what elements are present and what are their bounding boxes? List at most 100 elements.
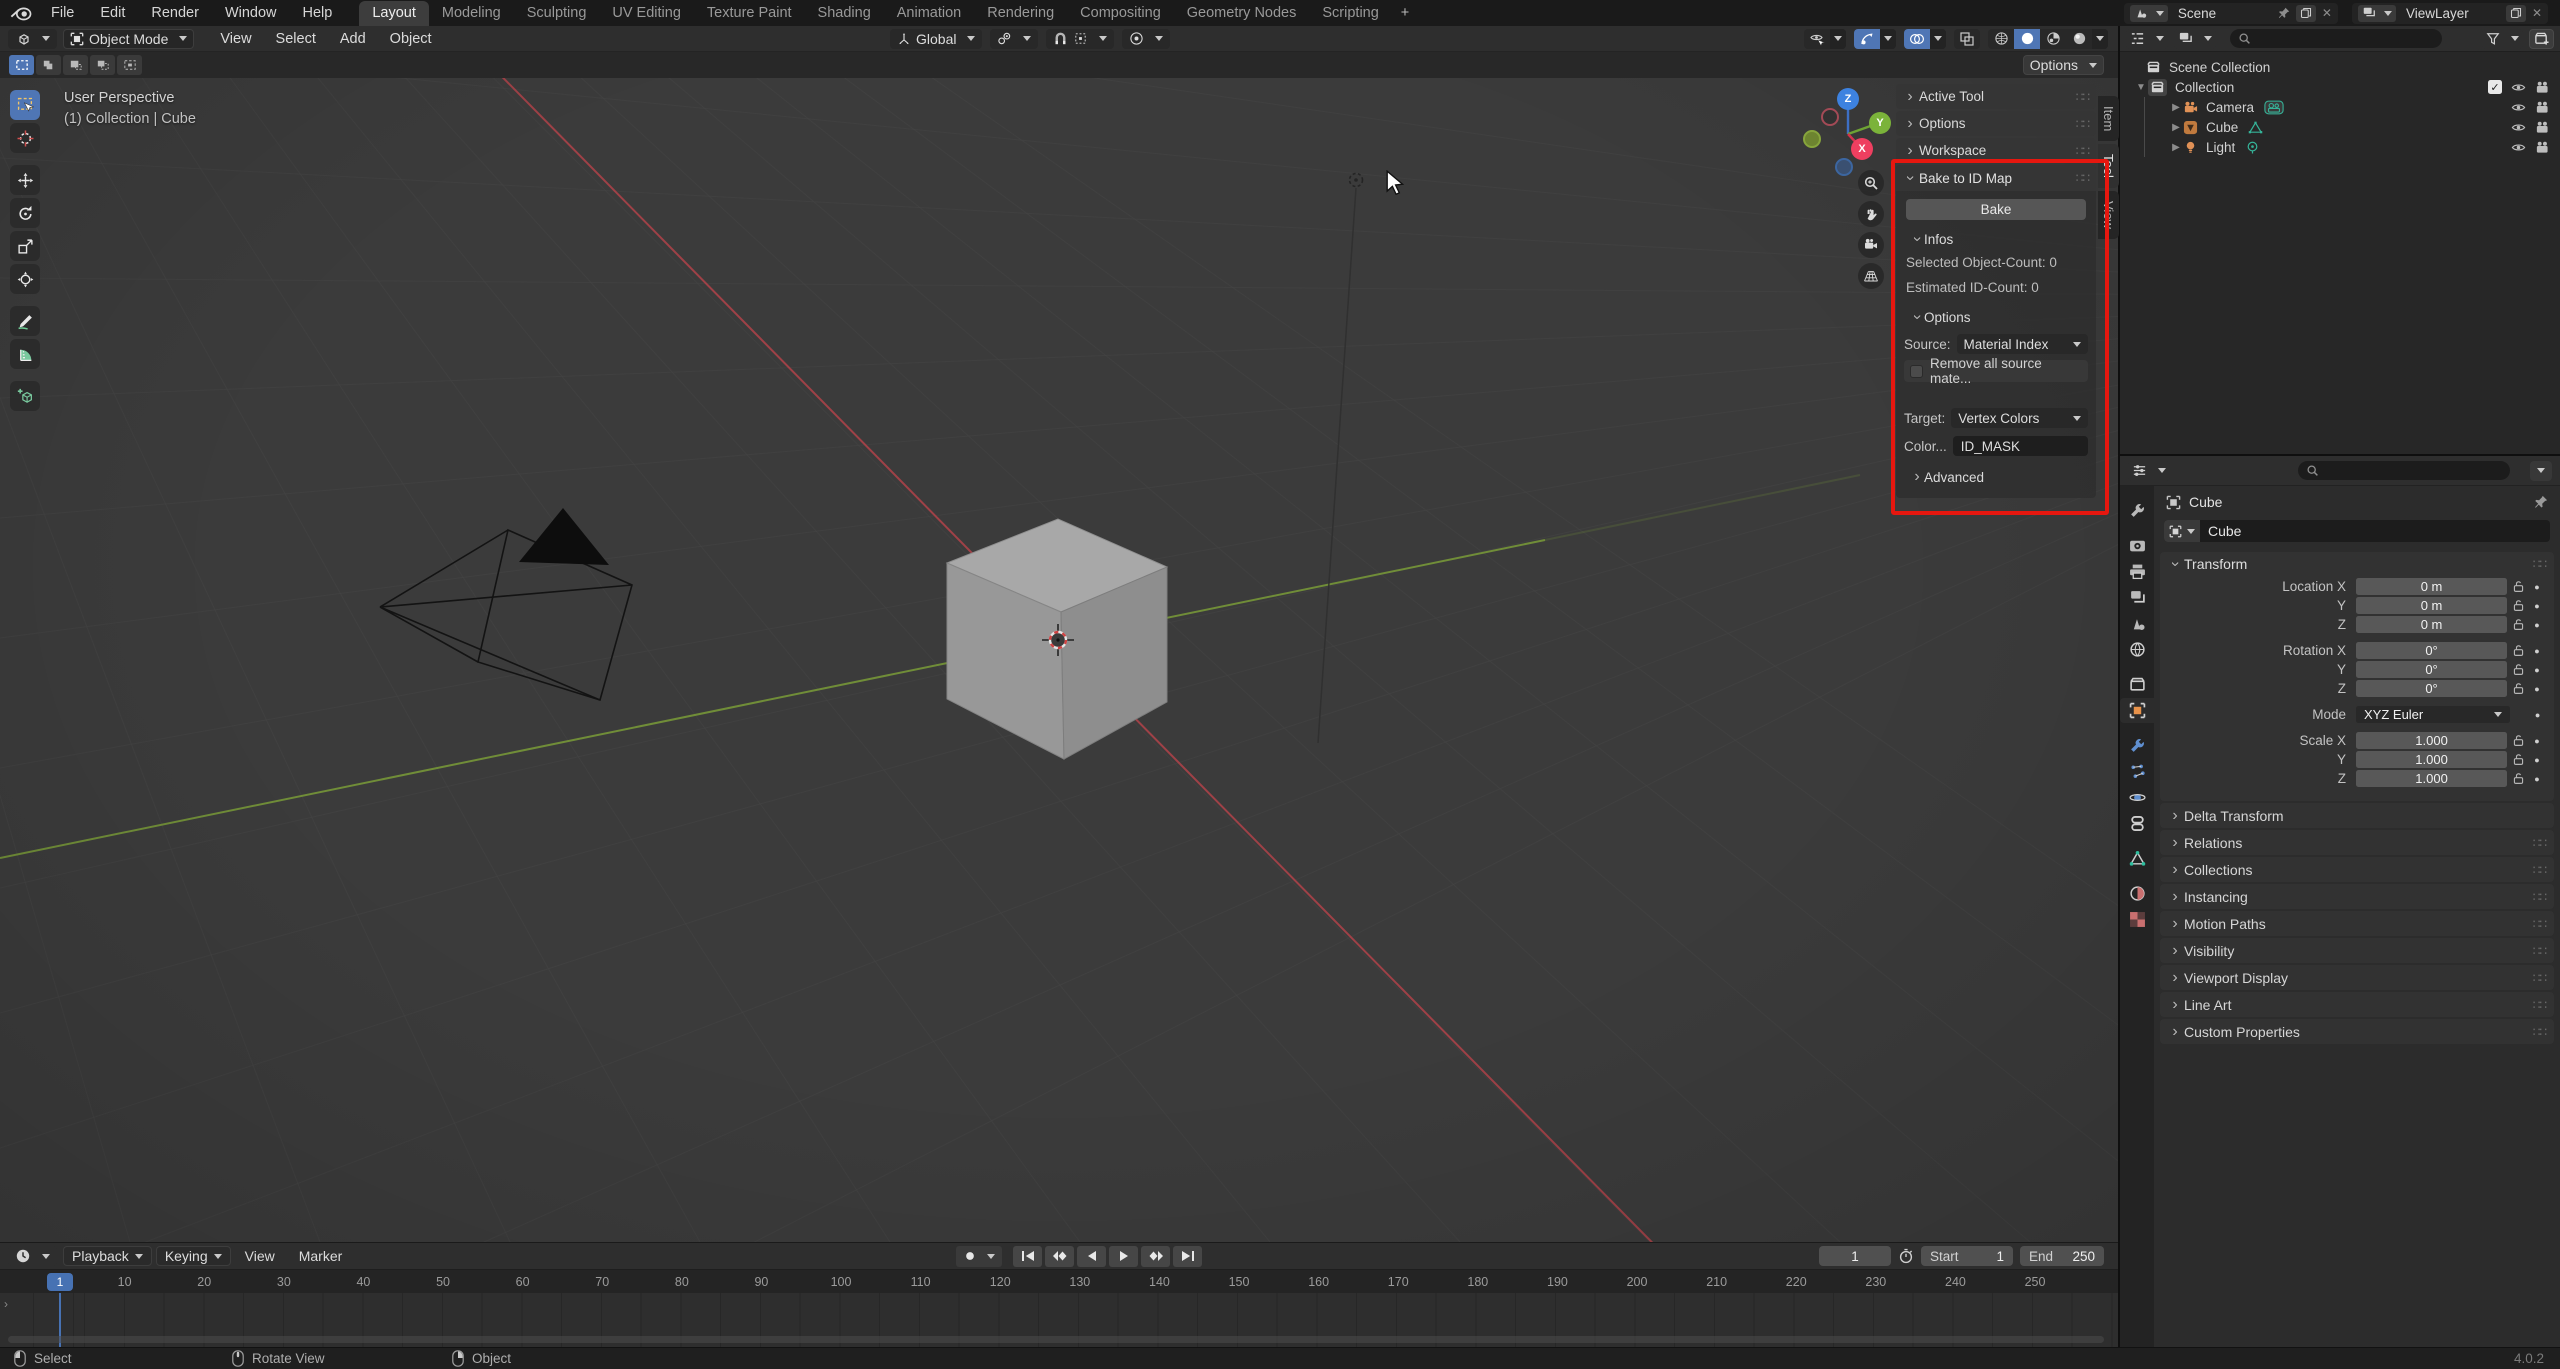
- disable-render-icon[interactable]: [2535, 80, 2550, 95]
- panel-options[interactable]: › Options ∷∷: [1896, 111, 2096, 136]
- animate-dot[interactable]: ●: [2530, 684, 2544, 694]
- bake-button[interactable]: Bake: [1906, 199, 2086, 220]
- bake-panel-header[interactable]: › Bake to ID Map ∷∷: [1896, 165, 2096, 191]
- panel-collections[interactable]: › Collections ∷∷: [2160, 857, 2554, 882]
- delta-transform-panel-header[interactable]: › Delta Transform: [2160, 803, 2554, 828]
- cursor-tool-button[interactable]: [10, 123, 40, 153]
- viewport-menu-select[interactable]: Select: [264, 31, 328, 47]
- panel-active-tool[interactable]: › Active Tool ∷∷: [1896, 84, 2096, 109]
- blender-logo-icon[interactable]: [10, 6, 32, 21]
- shading-wireframe-icon[interactable]: [1988, 29, 2014, 49]
- gizmo-z-axis[interactable]: Z: [1837, 88, 1859, 110]
- menu-window[interactable]: Window: [212, 5, 290, 21]
- workspace-tab-animation[interactable]: Animation: [884, 1, 974, 26]
- outliner-display-mode-button[interactable]: [2174, 28, 2216, 49]
- properties-tab-collection[interactable]: [2120, 672, 2154, 697]
- hide-eye-icon[interactable]: [2511, 80, 2526, 95]
- workspace-tab-scripting[interactable]: Scripting: [1309, 1, 1391, 26]
- color-name-input[interactable]: ID_MASK: [1952, 436, 2088, 456]
- options-subpanel-header[interactable]: › Options: [1904, 306, 2088, 328]
- menu-file[interactable]: File: [38, 5, 87, 21]
- gizmos-toggle-icon[interactable]: [1854, 28, 1880, 49]
- shading-rendered-icon[interactable]: [2066, 29, 2092, 49]
- viewlayer-selector[interactable]: ViewLayer ✕: [2351, 2, 2548, 24]
- unlink-scene-icon[interactable]: ✕: [2322, 6, 2332, 20]
- use-preview-range-icon[interactable]: [1898, 1248, 1914, 1264]
- jump-to-end-button[interactable]: [1173, 1245, 1202, 1267]
- gizmo-x-axis[interactable]: X: [1851, 138, 1873, 160]
- workspace-tab-compositing[interactable]: Compositing: [1067, 1, 1174, 26]
- lock-icon[interactable]: [2507, 772, 2530, 785]
- new-collection-button[interactable]: [2529, 28, 2554, 49]
- object-name-field[interactable]: Cube: [2164, 520, 2550, 542]
- options-dropdown[interactable]: Options: [2022, 55, 2104, 75]
- new-viewlayer-icon[interactable]: [2505, 4, 2526, 22]
- workspace-tab-texture-paint[interactable]: Texture Paint: [694, 1, 805, 26]
- pin-id-icon[interactable]: [2534, 495, 2548, 509]
- gizmo-z-neg-axis[interactable]: [1835, 158, 1853, 176]
- disable-render-icon[interactable]: [2535, 120, 2550, 135]
- pin-icon[interactable]: [2278, 7, 2290, 19]
- target-dropdown[interactable]: Vertex Colors: [1951, 408, 2088, 428]
- viewport-canvas[interactable]: User Perspective (1) Collection | Cube Z…: [0, 78, 2118, 1242]
- gizmo-x-neg-axis[interactable]: [1821, 108, 1839, 126]
- timeline-menu-playback[interactable]: Playback: [63, 1246, 152, 1266]
- viewport-menu-object[interactable]: Object: [378, 31, 444, 47]
- select-mode-invert-button[interactable]: [90, 55, 115, 75]
- viewlayer-icon[interactable]: [2357, 4, 2396, 22]
- workspace-tab-layout[interactable]: Layout: [359, 1, 429, 26]
- outliner-row-collection[interactable]: ▼ Collection ✓: [2120, 77, 2560, 97]
- location-x-value-slider[interactable]: 0 m: [2356, 578, 2508, 595]
- current-frame-field[interactable]: 1: [1819, 1246, 1891, 1266]
- transform-panel-header[interactable]: › Transform ∷∷: [2160, 552, 2554, 576]
- timeline-menu-marker[interactable]: Marker: [289, 1248, 353, 1264]
- panel-custom-properties[interactable]: › Custom Properties ∷∷: [2160, 1019, 2554, 1044]
- timeline-ruler[interactable]: 1 10 20 30 40 50 60 70 80 90 100 110 120 130 140 150 16…: [0, 1269, 2118, 1293]
- light-object[interactable]: [1348, 172, 1364, 188]
- measure-tool-button[interactable]: [10, 339, 40, 369]
- timeline-menu-view[interactable]: View: [235, 1248, 285, 1264]
- infos-subpanel-header[interactable]: › Infos: [1904, 228, 2088, 250]
- timeline-menu-keying[interactable]: Keying: [155, 1246, 231, 1266]
- properties-options-dropdown[interactable]: [2530, 460, 2552, 481]
- panel-workspace[interactable]: › Workspace ∷∷: [1896, 138, 2096, 163]
- camera-object[interactable]: [379, 508, 633, 702]
- animate-dot[interactable]: ●: [2531, 710, 2544, 720]
- show-object-types-icon[interactable]: [1804, 29, 1830, 49]
- y-value-slider[interactable]: 1.000: [2356, 751, 2508, 768]
- animate-dot[interactable]: ●: [2530, 755, 2544, 765]
- properties-tab-scene[interactable]: [2120, 611, 2154, 636]
- rotate-tool-button[interactable]: [10, 198, 40, 228]
- workspace-tab-shading[interactable]: Shading: [805, 1, 884, 26]
- shading-dropdown-arrow[interactable]: [2092, 28, 2108, 49]
- properties-tab-material[interactable]: [2120, 881, 2154, 906]
- scale-tool-button[interactable]: [10, 231, 40, 261]
- hide-eye-icon[interactable]: [2511, 120, 2526, 135]
- overlays-dropdown-arrow[interactable]: [1930, 28, 1946, 49]
- outliner-row-light[interactable]: ▶ Light: [2120, 137, 2560, 157]
- snap-controls[interactable]: [1046, 28, 1115, 49]
- gizmo-dropdown-arrow[interactable]: [1880, 28, 1896, 49]
- add-cube-tool-button[interactable]: [10, 381, 40, 411]
- z-value-slider[interactable]: 1.000: [2356, 770, 2508, 787]
- select-mode-subtract-button[interactable]: [63, 55, 88, 75]
- gizmo-y-axis[interactable]: Y: [1869, 112, 1891, 134]
- panel-line-art[interactable]: › Line Art ∷∷: [2160, 992, 2554, 1017]
- play-button[interactable]: [1109, 1245, 1138, 1267]
- play-reverse-button[interactable]: [1077, 1245, 1106, 1267]
- outliner-search-input[interactable]: [2230, 29, 2442, 48]
- properties-tab-output[interactable]: [2120, 559, 2154, 584]
- y-value-slider[interactable]: 0°: [2356, 661, 2508, 678]
- disable-render-icon[interactable]: [2535, 100, 2550, 115]
- unlink-viewlayer-icon[interactable]: ✕: [2532, 6, 2542, 20]
- outliner-row-scene-collection[interactable]: Scene Collection: [2120, 57, 2560, 77]
- auto-keying-button[interactable]: [956, 1245, 1002, 1267]
- panel-instancing[interactable]: › Instancing ∷∷: [2160, 884, 2554, 909]
- collection-checkbox[interactable]: ✓: [2488, 80, 2502, 94]
- lock-icon[interactable]: [2507, 644, 2530, 657]
- timeline-channel-area[interactable]: ›: [0, 1293, 2118, 1347]
- lock-icon[interactable]: [2507, 580, 2530, 593]
- sidebar-tab-tool[interactable]: Tool: [2098, 144, 2119, 189]
- properties-tab-view-layer[interactable]: [2120, 585, 2154, 610]
- previous-keyframe-button[interactable]: [1045, 1245, 1074, 1267]
